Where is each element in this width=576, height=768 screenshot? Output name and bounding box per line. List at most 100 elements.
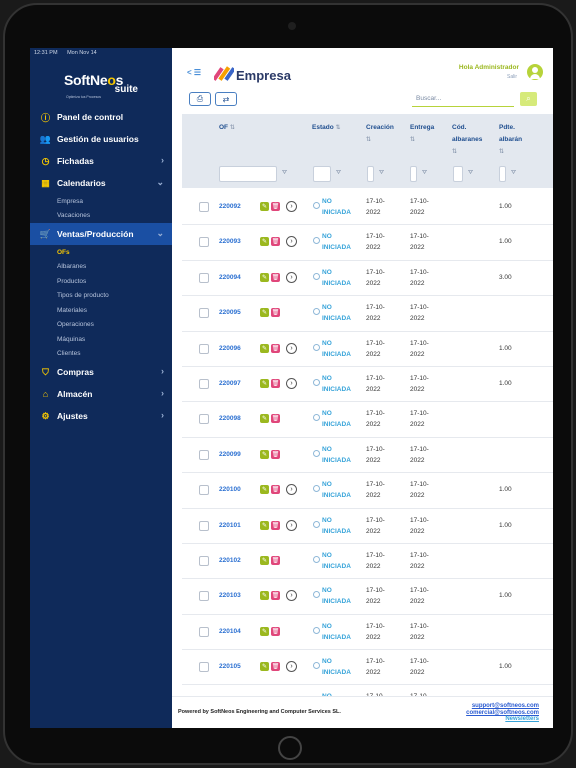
row-checkbox[interactable] — [199, 272, 209, 283]
sidebar-subitem-operaciones[interactable]: Operaciones — [30, 318, 172, 333]
sidebar-subitem-maquinas[interactable]: Máquinas — [30, 332, 172, 347]
of-link[interactable]: 220094 — [219, 274, 241, 281]
open-detail-button[interactable]: › — [286, 590, 297, 602]
delete-button[interactable]: 🗑 — [271, 378, 280, 388]
open-detail-button[interactable]: › — [286, 377, 297, 389]
edit-button[interactable]: ✎ — [260, 485, 269, 495]
open-detail-button[interactable]: › — [286, 271, 297, 283]
of-link[interactable]: 220103 — [219, 592, 241, 599]
of-link[interactable]: 220100 — [219, 486, 241, 493]
edit-button[interactable]: ✎ — [260, 626, 269, 636]
user-avatar-icon[interactable] — [527, 64, 543, 80]
delete-button[interactable]: 🗑 — [271, 343, 280, 353]
row-checkbox[interactable] — [199, 662, 209, 673]
col-creacion[interactable]: Creación ⇅ — [366, 122, 394, 146]
of-link[interactable]: 220105 — [219, 663, 241, 670]
sidebar-item-fichadas[interactable]: ◷ Fichadas › — [30, 150, 172, 172]
edit-button[interactable]: ✎ — [260, 449, 269, 459]
row-checkbox[interactable] — [199, 308, 209, 319]
sidebar-item-ventas-produccion[interactable]: 🛒 Ventas/Producción ⌄ — [30, 223, 172, 245]
of-link[interactable]: 220101 — [219, 522, 241, 529]
search-input[interactable] — [412, 91, 514, 107]
newsletters-link[interactable]: Newsletters — [466, 716, 539, 723]
sidebar-item-ajustes[interactable]: ⚙ Ajustes › — [30, 405, 172, 427]
sidebar-item-compras[interactable]: ⛉ Compras › — [30, 361, 172, 383]
filter-pdte-input[interactable] — [499, 166, 506, 182]
delete-button[interactable]: 🗑 — [271, 591, 280, 601]
print-button[interactable]: ⎙ — [189, 92, 211, 106]
filter-cod-input[interactable] — [453, 166, 463, 182]
sidebar-subitem-clientes[interactable]: Clientes — [30, 347, 172, 362]
delete-button[interactable]: 🗑 — [271, 662, 280, 672]
delete-button[interactable]: 🗑 — [271, 485, 280, 495]
filter-estado-input[interactable] — [313, 166, 331, 182]
edit-button[interactable]: ✎ — [260, 555, 269, 565]
filter-icon[interactable]: ⛛ — [282, 170, 287, 177]
edit-button[interactable]: ✎ — [260, 591, 269, 601]
sidebar-item-almacen[interactable]: ⌂ Almacén › — [30, 383, 172, 405]
sidebar-subitem-materiales[interactable]: Materiales — [30, 303, 172, 318]
of-link[interactable]: 220098 — [219, 415, 241, 422]
row-checkbox[interactable] — [199, 449, 209, 460]
logout-link[interactable]: Salir — [507, 74, 517, 80]
open-detail-button[interactable]: › — [286, 519, 297, 531]
row-checkbox[interactable] — [199, 520, 209, 531]
filter-icon[interactable]: ⛛ — [468, 170, 473, 177]
swap-button[interactable]: ⇄ — [215, 92, 237, 106]
open-detail-button[interactable]: › — [286, 661, 297, 673]
of-link[interactable]: 220099 — [219, 451, 241, 458]
of-link[interactable]: 220095 — [219, 309, 241, 316]
of-link[interactable]: 220097 — [219, 380, 241, 387]
filter-entrega-input[interactable] — [410, 166, 417, 182]
sidebar-subitem-vacaciones[interactable]: Vacaciones — [30, 209, 172, 224]
edit-button[interactable]: ✎ — [260, 202, 269, 211]
col-entrega[interactable]: Entrega ⇅ — [410, 122, 434, 146]
row-checkbox[interactable] — [199, 591, 209, 602]
edit-button[interactable]: ✎ — [260, 520, 269, 530]
delete-button[interactable]: 🗑 — [271, 308, 280, 318]
filter-of-input[interactable] — [219, 166, 277, 182]
sidebar-subitem-ofs[interactable]: OFs — [30, 245, 172, 260]
open-detail-button[interactable]: › — [286, 484, 297, 496]
edit-button[interactable]: ✎ — [260, 237, 269, 247]
edit-button[interactable]: ✎ — [260, 308, 269, 318]
menu-toggle-button[interactable]: < ☰ — [187, 68, 201, 77]
of-link[interactable]: 220092 — [219, 203, 241, 210]
delete-button[interactable]: 🗑 — [271, 520, 280, 530]
search-button[interactable]: ⌕ — [520, 92, 537, 106]
commercial-email-link[interactable]: comercial@softneos.com — [466, 710, 539, 717]
filter-icon[interactable]: ⛛ — [379, 170, 384, 177]
delete-button[interactable]: 🗑 — [271, 414, 280, 424]
of-link[interactable]: 220093 — [219, 238, 241, 245]
row-checkbox[interactable] — [199, 378, 209, 389]
home-button[interactable] — [278, 736, 302, 760]
filter-icon[interactable]: ⛛ — [511, 170, 516, 177]
sidebar-subitem-albaranes[interactable]: Albaranes — [30, 260, 172, 275]
row-checkbox[interactable] — [199, 555, 209, 566]
edit-button[interactable]: ✎ — [260, 378, 269, 388]
support-email-link[interactable]: support@softneos.com — [466, 703, 539, 710]
edit-button[interactable]: ✎ — [260, 414, 269, 424]
delete-button[interactable]: 🗑 — [271, 626, 280, 636]
sidebar-subitem-tipos-de-producto[interactable]: Tipos de producto — [30, 289, 172, 304]
open-detail-button[interactable]: › — [286, 236, 297, 248]
col-estado[interactable]: Estado ⇅ — [312, 122, 341, 134]
open-detail-button[interactable]: › — [286, 201, 297, 212]
edit-button[interactable]: ✎ — [260, 272, 269, 282]
delete-button[interactable]: 🗑 — [271, 449, 280, 459]
delete-button[interactable]: 🗑 — [271, 202, 280, 211]
of-link[interactable]: 220104 — [219, 628, 241, 635]
row-checkbox[interactable] — [199, 343, 209, 354]
col-cod-albaranes[interactable]: Cód. albaranes ⇅ — [452, 122, 482, 158]
row-checkbox[interactable] — [199, 202, 209, 212]
row-checkbox[interactable] — [199, 414, 209, 425]
sidebar-item-panel-de-control[interactable]: ⓘ Panel de control — [30, 106, 172, 128]
filter-creacion-input[interactable] — [367, 166, 374, 182]
filter-icon[interactable]: ⛛ — [336, 170, 341, 177]
sidebar-subitem-empresa[interactable]: Empresa — [30, 194, 172, 209]
row-checkbox[interactable] — [199, 485, 209, 496]
delete-button[interactable]: 🗑 — [271, 555, 280, 565]
delete-button[interactable]: 🗑 — [271, 237, 280, 247]
row-checkbox[interactable] — [199, 237, 209, 248]
filter-icon[interactable]: ⛛ — [422, 170, 427, 177]
